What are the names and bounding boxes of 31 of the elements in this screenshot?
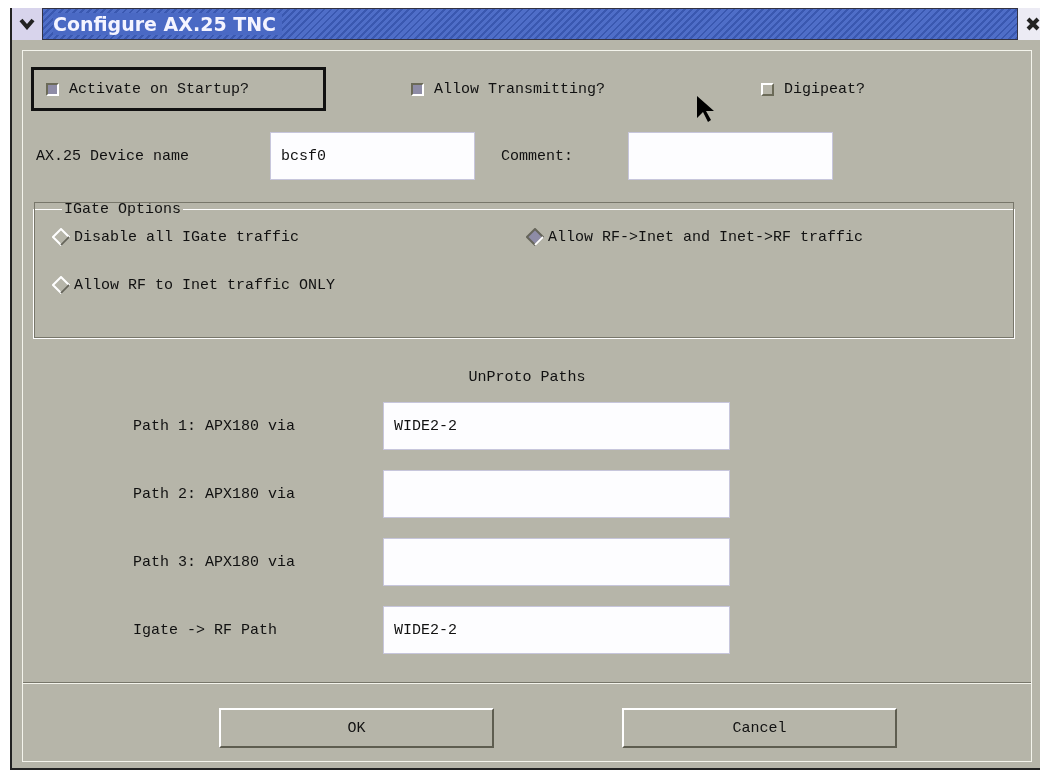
field-label: Comment: [501, 147, 574, 165]
path-field[interactable]: WIDE2-2 [383, 402, 730, 450]
path-label: Path 2: APX180 via [133, 485, 297, 503]
close-icon[interactable] [1026, 17, 1040, 31]
path-field[interactable] [383, 470, 730, 518]
checkbox-option[interactable]: Activate on Startup? [31, 67, 326, 111]
ok-button[interactable]: OK [219, 708, 494, 748]
path-label: Path 1: APX180 via [133, 417, 297, 435]
radio-label: Allow RF to Inet traffic ONLY [74, 276, 336, 294]
radio-label: Allow RF->Inet and Inet->RF traffic [548, 228, 864, 246]
group-title: IGate Options [63, 201, 183, 218]
checkbox[interactable] [411, 82, 424, 96]
checkbox-option[interactable]: Digipeat? [746, 67, 946, 111]
chevron-down-icon[interactable] [19, 18, 35, 30]
checkbox-option[interactable]: Allow Transmitting? [396, 67, 746, 111]
path-label: Igate -> RF Path [133, 621, 279, 639]
checkbox-label: Activate on Startup? [69, 80, 250, 98]
cancel-button[interactable]: Cancel [622, 708, 897, 748]
radio-button[interactable] [526, 228, 544, 246]
checkbox-label: Digipeat? [784, 80, 865, 98]
window-title: Configure AX.25 TNC [53, 13, 283, 35]
checkbox[interactable] [46, 82, 59, 96]
field-label: AX.25 Device name [36, 147, 191, 165]
radio-label: Disable all IGate traffic [74, 228, 300, 246]
text-field[interactable]: bcsf0 [270, 132, 475, 180]
text-field[interactable] [628, 132, 833, 180]
path-field[interactable]: WIDE2-2 [383, 606, 730, 654]
checkbox-label: Allow Transmitting? [434, 80, 606, 98]
section-title: UnProto Paths [468, 369, 586, 386]
path-label: Path 3: APX180 via [133, 553, 297, 571]
path-field[interactable] [383, 538, 730, 586]
